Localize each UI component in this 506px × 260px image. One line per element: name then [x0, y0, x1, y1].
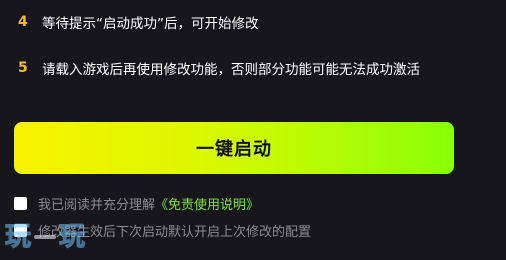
agreement-row: 我已阅读并充分理解 《免责使用说明》 [14, 194, 259, 213]
step-text: 请载入游戏后再使用修改功能，否则部分功能可能无法成功激活 [42, 62, 420, 78]
disclaimer-link[interactable]: 《免责使用说明》 [155, 194, 259, 213]
step-number: 5 [18, 60, 28, 76]
auto-config-text: 修改器生效后下次启动默认开启上次修改的配置 [38, 224, 312, 240]
agreement-text: 我已阅读并充分理解 [38, 197, 156, 213]
step-text: 等待提示“启动成功”后，可开始修改 [42, 16, 259, 32]
auto-config-checkbox[interactable] [14, 223, 27, 237]
one-click-launch-button[interactable]: 一键启动 [14, 122, 454, 174]
step-number: 4 [18, 14, 28, 30]
step-5: 5 请载入游戏后再使用修改功能，否则部分功能可能无法成功激活 [18, 58, 420, 78]
step-4: 4 等待提示“启动成功”后，可开始修改 [18, 12, 259, 32]
launch-button-label: 一键启动 [196, 139, 272, 159]
auto-config-row: 修改器生效后下次启动默认开启上次修改的配置 [14, 221, 312, 240]
agreement-checkbox[interactable] [14, 196, 27, 210]
